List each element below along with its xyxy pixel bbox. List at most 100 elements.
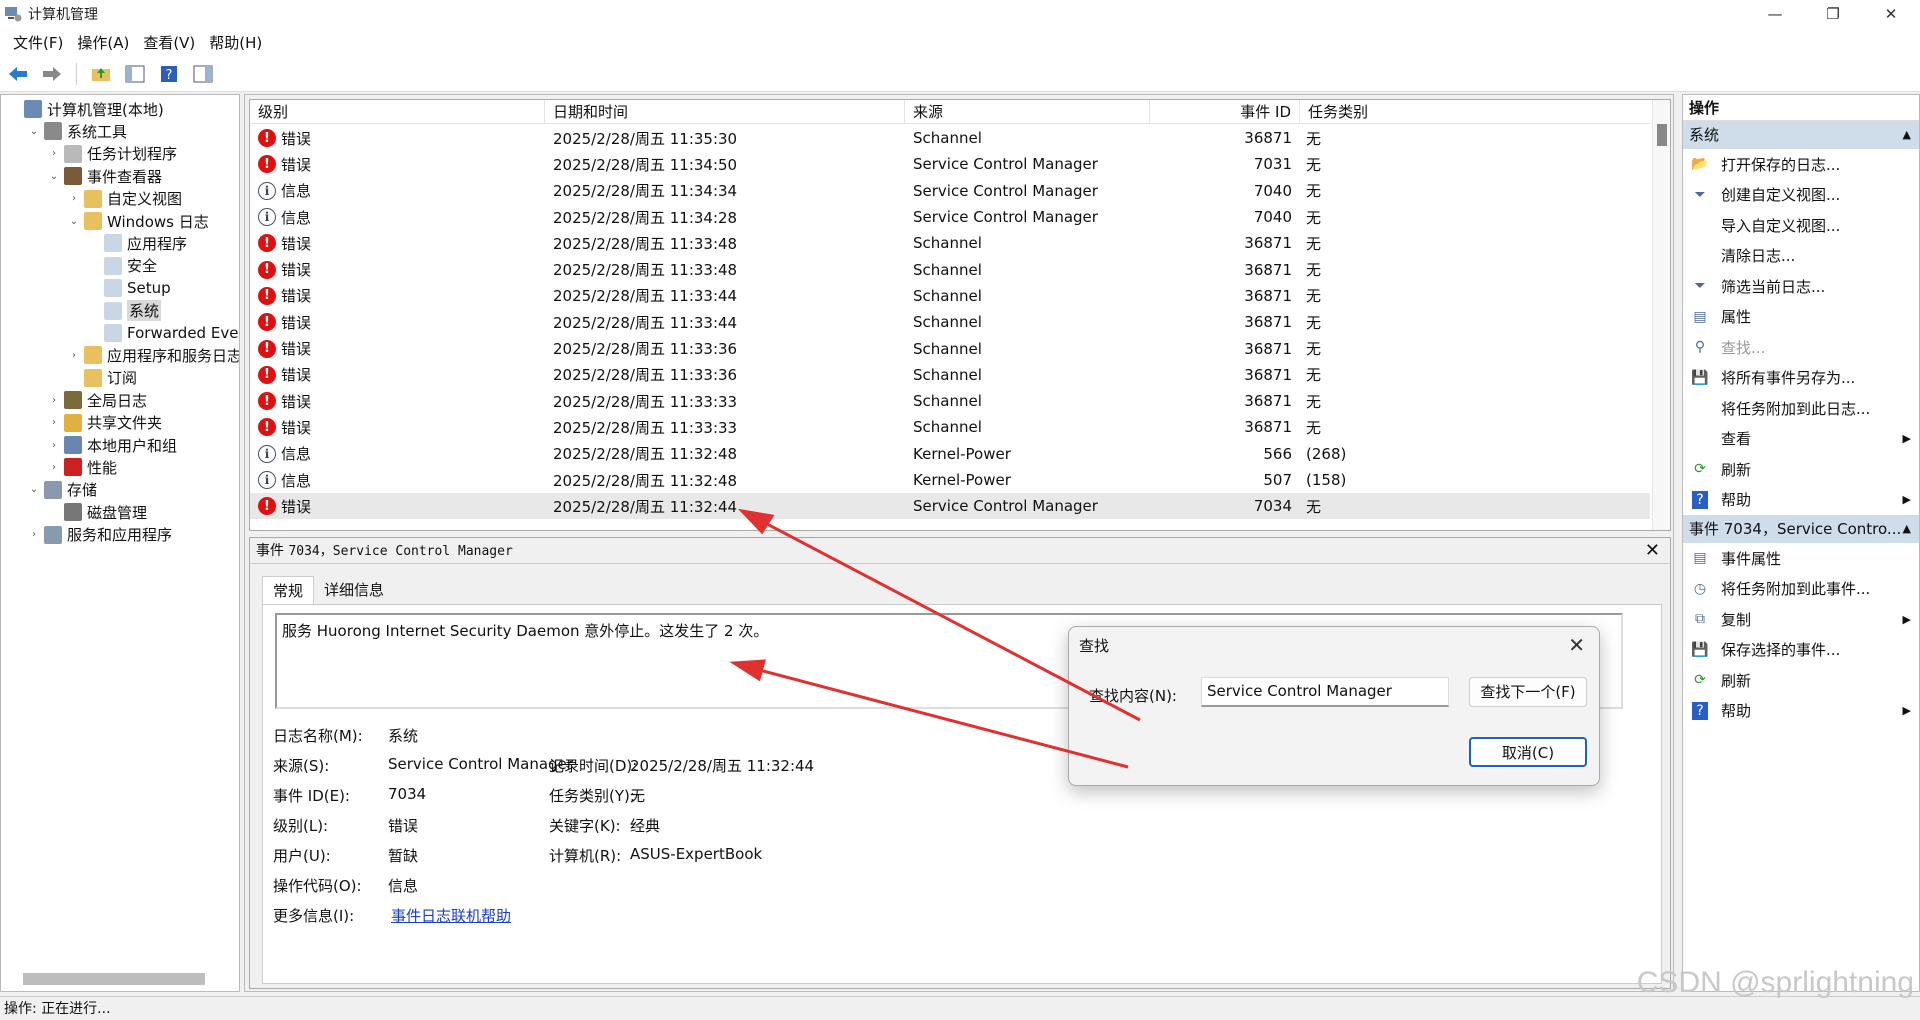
action-item[interactable]: ? 帮助 ▶ xyxy=(1683,696,1919,727)
action-item[interactable]: ⏷ 筛选当前日志... xyxy=(1683,271,1919,302)
action-icon: ? xyxy=(1692,490,1708,509)
event-row[interactable]: i 信息 2025/2/28/周五 11:32:48 Kernel-Power 566 (… xyxy=(250,441,1650,467)
expand-down-icon[interactable]: ⌄ xyxy=(67,216,81,227)
tree-item[interactable]: Setup xyxy=(87,277,171,299)
tree-item[interactable]: › 性能 xyxy=(47,456,117,478)
action-item[interactable]: 💾 将所有事件另存为... xyxy=(1683,363,1919,394)
tree-item[interactable]: › 共享文件夹 xyxy=(47,412,162,434)
find-next-button[interactable]: 查找下一个(F) xyxy=(1469,677,1587,707)
help-toolbar-button[interactable]: ? xyxy=(155,61,183,87)
actions-section-system[interactable]: 系统 ▲ xyxy=(1683,121,1919,149)
event-row[interactable]: i 信息 2025/2/28/周五 11:32:48 Kernel-Power 507 (… xyxy=(250,467,1650,493)
event-log-online-help-link[interactable]: 事件日志联机帮助 xyxy=(391,905,511,926)
tree-item[interactable]: › 应用程序和服务日志 xyxy=(67,344,239,366)
tree-item[interactable]: 计算机管理(本地) xyxy=(7,98,164,120)
tree-item[interactable]: Forwarded Even xyxy=(87,322,239,344)
expand-right-icon[interactable]: › xyxy=(47,148,61,159)
event-row[interactable]: ! 错误 2025/2/28/周五 11:34:50 Service Control … xyxy=(250,151,1650,177)
event-row[interactable]: ! 错误 2025/2/28/周五 11:33:44 Schannel 36871 无 xyxy=(250,283,1650,309)
expand-down-icon[interactable]: ⌄ xyxy=(47,171,61,182)
action-item[interactable]: ⟳ 刷新 xyxy=(1683,665,1919,696)
menu-file[interactable]: 文件(F) xyxy=(6,32,70,53)
action-item[interactable]: ? 帮助 ▶ xyxy=(1683,485,1919,516)
tree-item[interactable]: › 自定义视图 xyxy=(67,188,182,210)
tree-item[interactable]: 安全 xyxy=(87,255,157,277)
action-item[interactable]: 清除日志... xyxy=(1683,241,1919,272)
show-hide-tree-button[interactable] xyxy=(121,61,149,87)
tree-item[interactable]: › 本地用户和组 xyxy=(47,434,177,456)
action-item[interactable]: 查看 ▶ xyxy=(1683,424,1919,455)
event-row[interactable]: ! 错误 2025/2/28/周五 11:35:30 Schannel 36871 无 xyxy=(250,125,1650,151)
tree-item[interactable]: › 服务和应用程序 xyxy=(27,524,172,546)
scrollbar-thumb[interactable] xyxy=(1657,124,1667,146)
computer-value: ASUS-ExpertBook xyxy=(630,845,763,863)
column-event-id[interactable]: 事件 ID xyxy=(1150,100,1300,124)
find-dialog-close-button[interactable]: ✕ xyxy=(1568,633,1585,657)
event-row[interactable]: i 信息 2025/2/28/周五 11:34:28 Service Control … xyxy=(250,204,1650,230)
forward-button[interactable] xyxy=(38,61,66,87)
expand-down-icon[interactable]: ⌄ xyxy=(27,484,41,495)
menu-help[interactable]: 帮助(H) xyxy=(202,32,269,53)
level-cell: ! 错误 xyxy=(250,154,545,175)
up-folder-button[interactable] xyxy=(87,61,115,87)
action-item[interactable]: 将任务附加到此日志... xyxy=(1683,393,1919,424)
tree-item[interactable]: 磁盘管理 xyxy=(47,501,147,523)
back-button[interactable] xyxy=(4,61,32,87)
tree-item[interactable]: › 全局日志 xyxy=(47,389,147,411)
tab-details[interactable]: 详细信息 xyxy=(314,576,394,604)
maximize-button[interactable]: ❐ xyxy=(1804,0,1862,28)
tree-horizontal-scrollbar[interactable] xyxy=(23,973,205,985)
menu-view[interactable]: 查看(V) xyxy=(136,32,202,53)
expand-down-icon[interactable]: ⌄ xyxy=(27,126,41,137)
action-item[interactable]: 📂 打开保存的日志... xyxy=(1683,149,1919,180)
detail-close-button[interactable]: ✕ xyxy=(1645,540,1660,561)
event-list-scrollbar[interactable] xyxy=(1652,100,1670,530)
cancel-button[interactable]: 取消(C) xyxy=(1469,737,1587,767)
action-item[interactable]: ⏷ 创建自定义视图... xyxy=(1683,180,1919,211)
tree-item[interactable]: ⌄ 存储 xyxy=(27,479,97,501)
tree-item[interactable]: 订阅 xyxy=(67,367,137,389)
actions-section-event[interactable]: 事件 7034，Service Contro... ▲ xyxy=(1683,515,1919,543)
tree-item[interactable]: ⌄ Windows 日志 xyxy=(67,210,209,232)
column-source[interactable]: 来源 xyxy=(905,100,1150,124)
column-date-time[interactable]: 日期和时间 xyxy=(545,100,905,124)
action-item[interactable]: ⧉ 复制 ▶ xyxy=(1683,604,1919,635)
date-cell: 2025/2/28/周五 11:34:28 xyxy=(553,208,738,227)
tab-general[interactable]: 常规 xyxy=(262,576,315,604)
expand-right-icon[interactable]: › xyxy=(27,529,41,540)
event-row[interactable]: ! 错误 2025/2/28/周五 11:33:33 Schannel 36871 无 xyxy=(250,414,1650,440)
action-item[interactable]: ◷ 将任务附加到此事件... xyxy=(1683,574,1919,605)
expand-right-icon[interactable]: › xyxy=(67,350,81,361)
expand-right-icon[interactable]: › xyxy=(47,462,61,473)
expand-right-icon[interactable]: › xyxy=(47,417,61,428)
menu-action[interactable]: 操作(A) xyxy=(70,32,136,53)
event-row[interactable]: ! 错误 2025/2/28/周五 11:33:48 Schannel 36871 无 xyxy=(250,256,1650,282)
minimize-button[interactable]: — xyxy=(1746,0,1804,28)
tree-item[interactable]: ⌄ 事件查看器 xyxy=(47,165,162,187)
event-row[interactable]: ! 错误 2025/2/28/周五 11:32:44 Service Control … xyxy=(250,493,1650,520)
action-item[interactable]: 💾 保存选择的事件... xyxy=(1683,635,1919,666)
action-item[interactable]: ▤ 事件属性 xyxy=(1683,543,1919,574)
expand-right-icon[interactable]: › xyxy=(47,395,61,406)
event-row[interactable]: ! 错误 2025/2/28/周五 11:33:36 Schannel 36871 无 xyxy=(250,335,1650,361)
event-row[interactable]: ! 错误 2025/2/28/周五 11:33:44 Schannel 36871 无 xyxy=(250,309,1650,335)
tree-item[interactable]: ⌄ 系统工具 xyxy=(27,120,127,142)
expand-right-icon[interactable]: › xyxy=(67,193,81,204)
column-task-category[interactable]: 任务类别 xyxy=(1300,100,1500,124)
close-button[interactable]: ✕ xyxy=(1862,0,1920,28)
action-pane-button[interactable] xyxy=(189,61,217,87)
tree-item[interactable]: 应用程序 xyxy=(87,232,187,254)
action-item[interactable]: 导入自定义视图... xyxy=(1683,210,1919,241)
expand-right-icon[interactable]: › xyxy=(47,440,61,451)
tree-item[interactable]: 系统 xyxy=(87,300,162,322)
event-row[interactable]: ! 错误 2025/2/28/周五 11:33:48 Schannel 36871 无 xyxy=(250,230,1650,256)
event-row[interactable]: i 信息 2025/2/28/周五 11:34:34 Service Control … xyxy=(250,178,1650,204)
event-row[interactable]: ! 错误 2025/2/28/周五 11:33:33 Schannel 36871 无 xyxy=(250,388,1650,414)
event-row[interactable]: ! 错误 2025/2/28/周五 11:33:36 Schannel 36871 无 xyxy=(250,362,1650,388)
action-item[interactable]: ⟳ 刷新 xyxy=(1683,454,1919,485)
event-id-cell: 36871 xyxy=(1244,129,1292,148)
tree-item[interactable]: › 任务计划程序 xyxy=(47,143,177,165)
column-level[interactable]: 级别 xyxy=(250,100,545,124)
find-what-input[interactable]: Service Control Manager xyxy=(1201,677,1449,707)
action-item[interactable]: ▤ 属性 xyxy=(1683,302,1919,333)
